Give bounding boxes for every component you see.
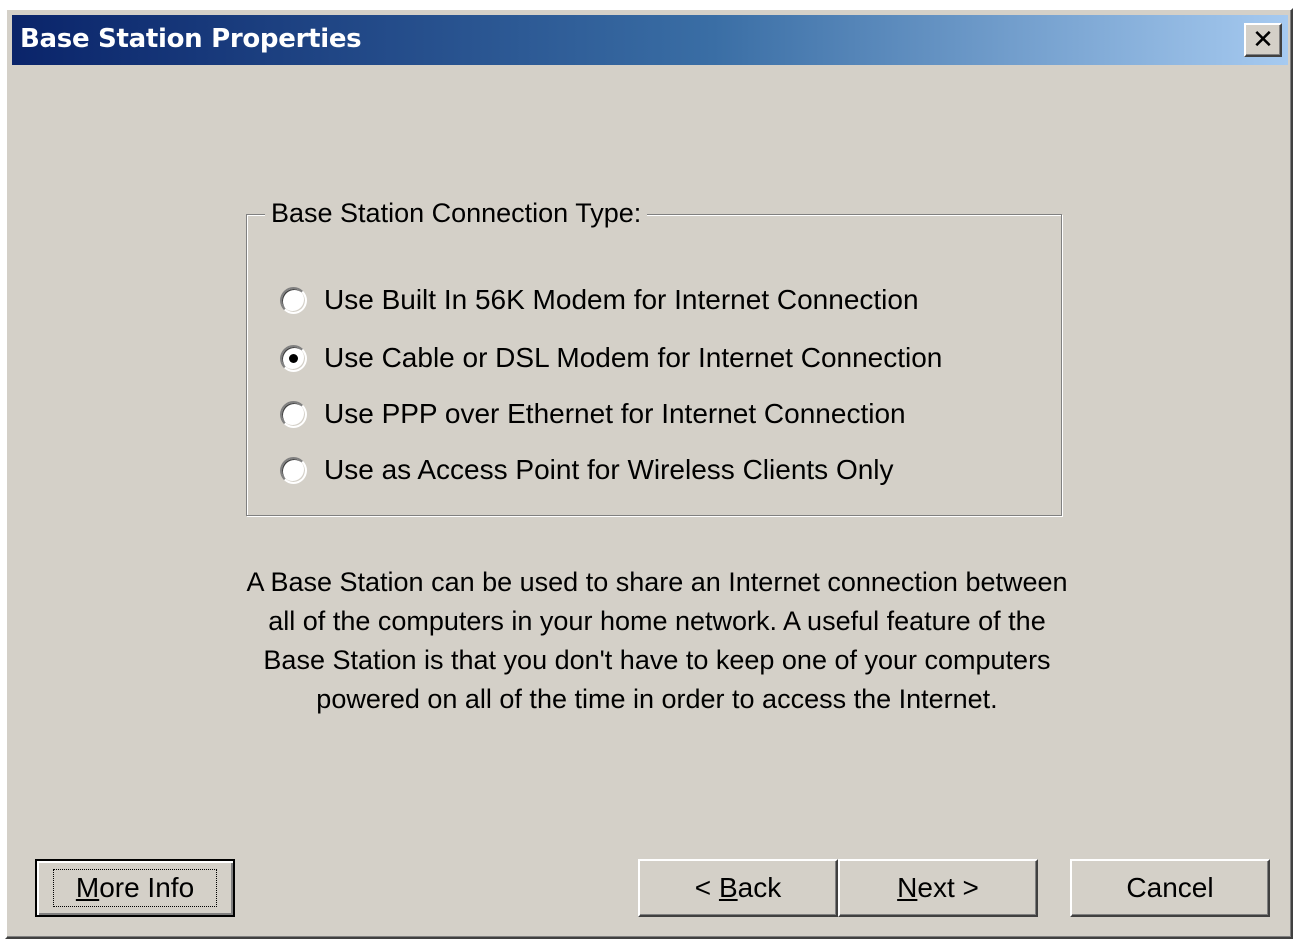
more-info-label: More Info [52, 869, 218, 907]
radio-selected-dot-icon [289, 353, 298, 363]
base-station-properties-dialog: Base Station Properties ✕ Base Station C… [5, 8, 1293, 939]
radio-option-56k-modem[interactable]: Use Built In 56K Modem for Internet Conn… [280, 283, 919, 317]
next-button[interactable]: Next > [838, 859, 1038, 917]
radio-label: Use as Access Point for Wireless Clients… [324, 454, 894, 485]
mnemonic-char: M [75, 872, 100, 903]
back-prefix: < [694, 872, 719, 903]
title-bar[interactable]: Base Station Properties ✕ [12, 15, 1288, 65]
radio-option-pppoe[interactable]: Use PPP over Ethernet for Internet Conne… [280, 397, 906, 431]
label-rest: ext > [917, 872, 979, 903]
mnemonic-char: B [718, 872, 738, 903]
radio-button-icon[interactable] [280, 456, 307, 484]
cancel-button[interactable]: Cancel [1070, 859, 1270, 917]
description-line: all of the computers in your home networ… [268, 606, 1046, 636]
close-button[interactable]: ✕ [1244, 23, 1282, 57]
radio-label: Use PPP over Ethernet for Internet Conne… [324, 398, 906, 429]
radio-label: Use Built In 56K Modem for Internet Conn… [324, 284, 919, 315]
label-rest: ore Info [99, 872, 195, 903]
description-line: Base Station is that you don't have to k… [263, 645, 1051, 675]
radio-option-access-point[interactable]: Use as Access Point for Wireless Clients… [280, 453, 894, 487]
mnemonic-char: N [897, 872, 918, 903]
label-rest: ack [737, 872, 782, 903]
description-line: powered on all of the time in order to a… [316, 684, 998, 714]
window-title: Base Station Properties [20, 24, 362, 54]
close-icon: ✕ [1252, 25, 1274, 55]
radio-option-cable-dsl[interactable]: Use Cable or DSL Modem for Internet Conn… [280, 341, 942, 375]
radio-button-icon[interactable] [280, 400, 307, 428]
connection-type-group: Base Station Connection Type: Use Built … [246, 198, 1062, 516]
radio-button-icon[interactable] [280, 344, 307, 372]
description-line: A Base Station can be used to share an I… [246, 567, 1068, 597]
description-text: A Base Station can be used to share an I… [157, 563, 1157, 719]
radio-label: Use Cable or DSL Modem for Internet Conn… [324, 342, 943, 373]
more-info-button[interactable]: More Info [35, 859, 235, 917]
connection-type-legend: Base Station Connection Type: [265, 198, 648, 229]
back-button[interactable]: < Back [638, 859, 838, 917]
radio-button-icon[interactable] [280, 286, 307, 314]
